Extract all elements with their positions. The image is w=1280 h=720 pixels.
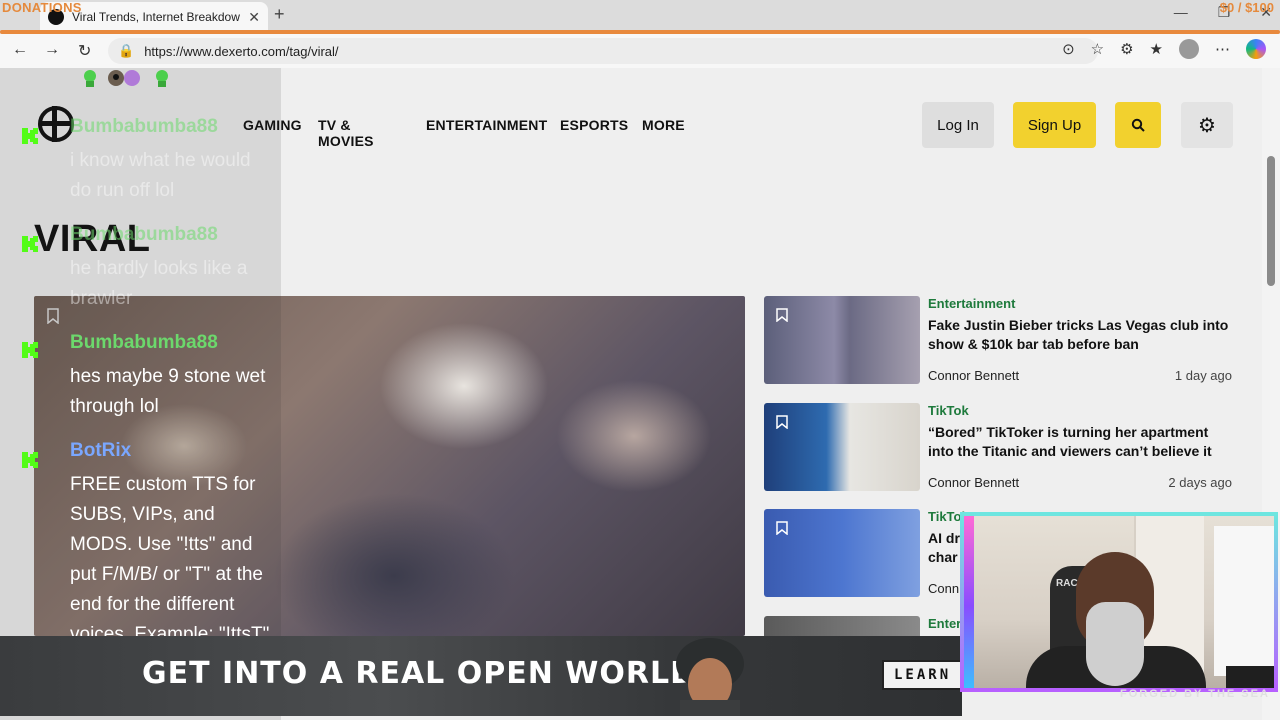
article-author[interactable]: Connor Bennett <box>928 475 1019 490</box>
webcam-accent-strip <box>964 516 974 688</box>
donation-goal: $0 / $100 <box>1219 0 1274 15</box>
article-thumbnail[interactable] <box>764 403 920 491</box>
streamer-beard <box>1086 602 1144 686</box>
article-title[interactable]: “Bored” TikToker is turning her apartmen… <box>928 423 1234 461</box>
article-thumbnail[interactable] <box>764 296 920 384</box>
login-button[interactable]: Log In <box>922 102 994 148</box>
chat-username[interactable]: Bumbabumba88 <box>70 224 218 246</box>
bookmark-icon[interactable] <box>776 308 788 322</box>
url-text: https://www.dexerto.com/tag/viral/ <box>144 43 339 59</box>
chat-username[interactable]: BotRix <box>70 440 131 462</box>
chat-message: Bumbabumba88 i know what he would do run… <box>20 116 270 216</box>
article-category[interactable]: Entertainment <box>928 296 1015 311</box>
kick-badge-icon <box>22 128 38 144</box>
article-category[interactable]: TikTok <box>928 403 969 418</box>
bookmark-icon[interactable] <box>776 521 788 535</box>
kick-badge-icon <box>22 236 38 252</box>
chat-username[interactable]: Bumbabumba88 <box>70 116 218 138</box>
nav-item-more[interactable]: MORE <box>642 117 685 133</box>
chat-message: Bumbabumba88 he hardly looks like a braw… <box>20 224 270 324</box>
nav-item-tv-movies[interactable]: TV & MOVIES <box>318 117 374 149</box>
back-icon[interactable]: ← <box>12 41 28 59</box>
more-icon[interactable]: ⋯ <box>1215 40 1230 58</box>
refresh-icon[interactable]: ↻ <box>78 41 91 61</box>
emote-icon <box>84 70 96 87</box>
emote-icon <box>156 70 168 87</box>
chat-text: hes maybe 9 stone wet through lol <box>70 366 266 417</box>
list-item[interactable]: TikTok “Bored” TikToker is turning her a… <box>764 403 1234 491</box>
chat-emotes <box>80 68 172 88</box>
article-timestamp: 1 day ago <box>1174 368 1232 383</box>
close-tab-icon[interactable]: ✕ <box>248 9 260 26</box>
reader-icon[interactable]: ⊙ <box>1062 40 1075 58</box>
favorite-star-icon[interactable]: ☆ <box>1091 40 1104 58</box>
profile-avatar[interactable] <box>1179 39 1199 59</box>
bookmark-icon[interactable] <box>776 415 788 429</box>
learn-more-button[interactable]: LEARN MORE <box>882 660 962 690</box>
article-category[interactable]: Enter <box>928 616 961 631</box>
tab-bar: Viral Trends, Internet Breakdowns ✕ + — … <box>0 0 1280 32</box>
copilot-icon[interactable] <box>1246 39 1266 59</box>
search-icon <box>1131 118 1145 132</box>
article-thumbnail[interactable] <box>764 509 920 597</box>
ad-tagline: FORGED BY THE SEA <box>1120 688 1270 700</box>
ad-headline: GET INTO A REAL OPEN WORLD <box>142 656 696 691</box>
favorites-icon[interactable]: ★ <box>1150 40 1163 58</box>
donations-label: DONATIONS <box>2 0 82 15</box>
ad-banner[interactable]: GET INTO A REAL OPEN WORLD LEARN MORE <box>0 636 962 716</box>
emote-icon <box>108 70 140 86</box>
forward-icon[interactable]: → <box>44 41 60 59</box>
minimize-icon[interactable]: — <box>1174 4 1188 21</box>
url-field[interactable]: 🔒 https://www.dexerto.com/tag/viral/ <box>108 38 1098 64</box>
kick-badge-icon <box>22 342 38 358</box>
signup-button[interactable]: Sign Up <box>1013 102 1096 148</box>
settings-button[interactable]: ⚙ <box>1181 102 1233 148</box>
extensions-icon[interactable]: ⚙ <box>1120 40 1133 58</box>
stream-chat-overlay: Bumbabumba88 i know what he would do run… <box>0 68 281 720</box>
gear-icon: ⚙ <box>1198 114 1216 137</box>
lock-icon[interactable]: 🔒 <box>118 43 134 59</box>
search-button[interactable] <box>1115 102 1161 148</box>
tab-title: Viral Trends, Internet Breakdowns <box>72 10 241 24</box>
article-title[interactable]: Fake Justin Bieber tricks Las Vegas club… <box>928 316 1234 354</box>
plus-icon[interactable]: + <box>274 4 285 25</box>
kick-badge-icon <box>22 452 38 468</box>
list-item[interactable]: Entertainment Fake Justin Bieber tricks … <box>764 296 1234 384</box>
chat-username[interactable]: Bumbabumba88 <box>70 332 218 354</box>
chat-text: he hardly looks like a brawler <box>70 258 248 309</box>
webcam-window <box>1214 526 1274 676</box>
article-author[interactable]: Connor Bennett <box>928 368 1019 383</box>
chat-message: Bumbabumba88 hes maybe 9 stone wet throu… <box>20 332 270 432</box>
webcam-overlay: RACER <box>960 512 1278 692</box>
address-bar: ← → ↻ 🔒 https://www.dexerto.com/tag/vira… <box>0 34 1280 68</box>
nav-item-esports[interactable]: ESPORTS <box>560 117 628 133</box>
scrollbar-thumb[interactable] <box>1267 156 1275 286</box>
chat-text: i know what he would do run off lol <box>70 150 251 201</box>
browser-toolbar-icons: ⊙ ☆ ⚙ ★ ⋯ <box>1062 39 1266 59</box>
article-author[interactable]: Conn <box>928 581 959 596</box>
nav-item-entertainment[interactable]: ENTERTAINMENT <box>426 117 547 133</box>
ad-soldier-image <box>676 638 744 716</box>
article-timestamp: 2 days ago <box>1168 475 1232 490</box>
